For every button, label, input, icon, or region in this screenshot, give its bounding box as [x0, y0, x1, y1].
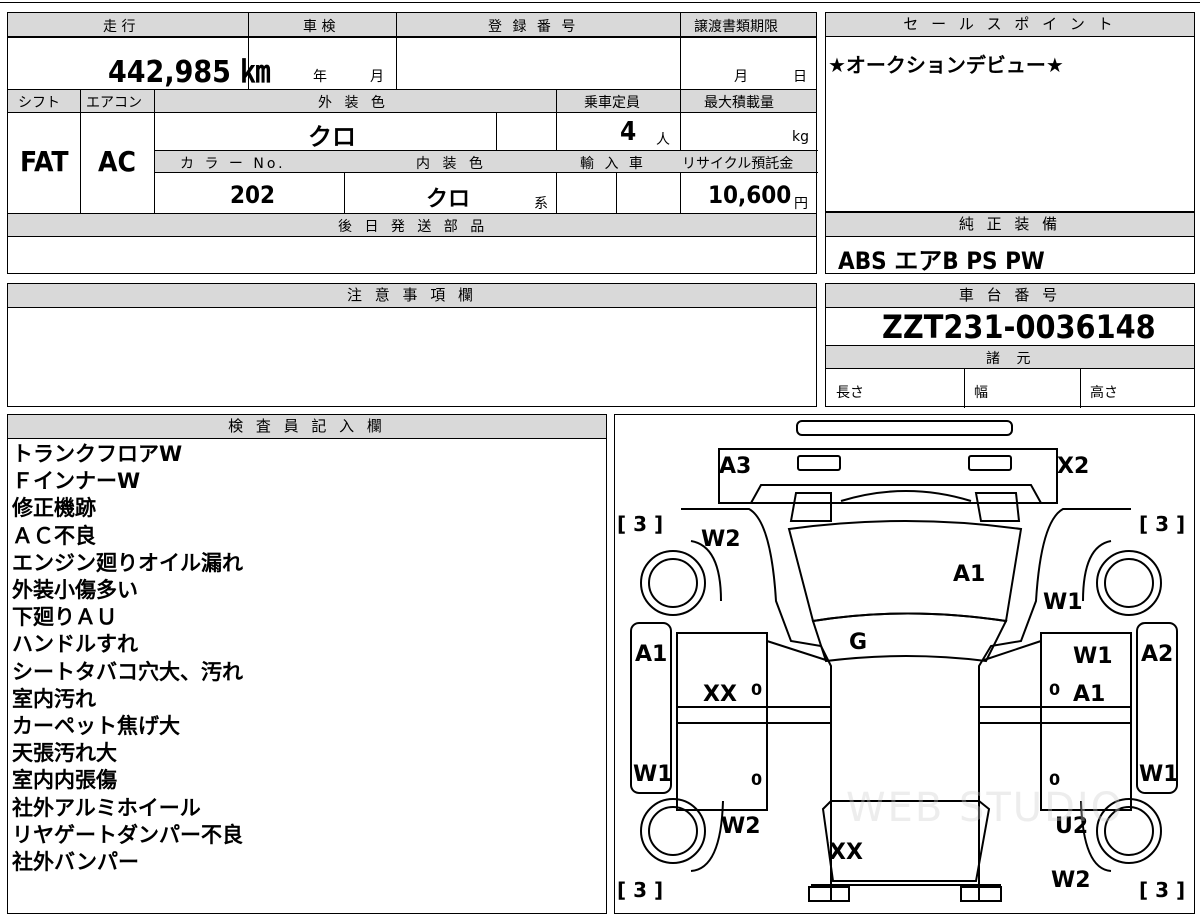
inspector-line: 修正機跡 — [12, 496, 96, 521]
inspector-line: 社外アルミホイール — [12, 795, 201, 820]
mark-w1-right: W1 — [1139, 762, 1179, 787]
inspector-line: リヤゲートダンパー不良 — [12, 822, 243, 847]
notes-box: 注 意 事 項 欄 — [7, 283, 817, 407]
mileage-value: 442,985 ㎞ — [108, 55, 271, 90]
chassis-header: 車 台 番 号 — [826, 284, 1194, 308]
maxload-label: 最大積載量 — [704, 95, 774, 111]
import-label: 輸 入 車 — [580, 156, 646, 172]
sales-point-header: セ ー ル ス ポ イ ン ト — [826, 13, 1194, 37]
zero-left-upper: 0 — [751, 680, 762, 699]
mark-a1-trunk: A1 — [953, 562, 985, 587]
vehicle-info-table: 走 行 車 検 登 録 番 号 譲渡書類期限 442,985 ㎞ 年 月 月 日… — [7, 12, 818, 274]
inspector-line: 室内汚れ — [12, 686, 96, 711]
shift-value: FAT — [20, 145, 69, 178]
exterior-label: 外 装 色 — [318, 95, 389, 111]
interior-label: 内 装 色 — [416, 156, 487, 172]
capacity-label: 乗車定員 — [584, 95, 640, 111]
later-parts-label: 後 日 発 送 部 品 — [338, 219, 489, 235]
transfer-month: 月 — [734, 69, 748, 85]
inspector-line: ハンドルすれ — [12, 632, 138, 657]
mark-w2-rear-left: W2 — [701, 527, 741, 552]
inspector-line: 下廻りＡＵ — [12, 605, 117, 630]
mark-a1-left: A1 — [635, 642, 667, 667]
color-no-label: カ ラ ー No. — [180, 156, 286, 172]
equipment-box: 純 正 装 備 ABS エアB PS PW — [825, 212, 1195, 275]
tire-rear-left: [ 3 ] — [617, 512, 663, 536]
inspector-line: ＡＣ不良 — [12, 523, 96, 548]
mark-w2-front-left: W2 — [721, 814, 761, 839]
aircon-label: エアコン — [86, 95, 142, 111]
mark-xx-left: XX — [703, 682, 737, 707]
inspector-line: 社外バンパー — [12, 850, 140, 875]
mark-g-glass: G — [849, 630, 867, 655]
inspector-line: トランクフロアW — [12, 442, 183, 466]
sales-point-text: ★オークションデビュー★ — [828, 53, 1064, 77]
mark-w1-rear-right: W1 — [1043, 590, 1083, 615]
chassis-number: ZZT231-0036148 — [882, 308, 1156, 346]
mark-xx-front: XX — [829, 840, 863, 865]
mileage-label: 走 行 — [103, 19, 136, 35]
zero-right-upper: 0 — [1049, 680, 1060, 699]
interior-suffix: 系 — [534, 196, 548, 212]
registration-label: 登 録 番 号 — [488, 19, 579, 35]
inspector-line: 室内内張傷 — [12, 768, 117, 793]
recycle-label: リサイクル預託金 — [682, 156, 794, 172]
chassis-box: 車 台 番 号 ZZT231-0036148 諸 元 長さ 幅 高さ — [825, 283, 1195, 408]
inspector-line: ＦインナーW — [12, 469, 141, 494]
mark-a3: A3 — [719, 454, 751, 479]
inspection-month: 月 — [370, 69, 384, 85]
inspector-line: 外装小傷多い — [12, 578, 138, 603]
transfer-label: 譲渡書類期限 — [694, 19, 778, 35]
color-no-value: 202 — [230, 181, 276, 209]
spec-length: 長さ — [836, 385, 864, 401]
interior-value: クロ — [426, 187, 471, 212]
inspection-label: 車 検 — [303, 19, 336, 35]
exterior-value: クロ — [308, 123, 356, 151]
mark-a1-right: A1 — [1073, 682, 1105, 707]
capacity-unit: 人 — [656, 132, 670, 148]
tire-front-left: [ 3 ] — [617, 878, 663, 902]
watermark: WEB STUDIO — [846, 785, 1124, 831]
shift-label: シフト — [18, 95, 60, 111]
equipment-header: 純 正 装 備 — [826, 213, 1194, 237]
mark-w1-right-door: W1 — [1073, 644, 1113, 669]
mark-x2: X2 — [1057, 454, 1089, 479]
inspector-line: カーペット焦げ大 — [12, 714, 180, 739]
recycle-unit: 円 — [794, 196, 808, 212]
zero-left-lower: 0 — [751, 770, 762, 789]
aircon-value: AC — [98, 145, 136, 178]
spec-width: 幅 — [974, 385, 988, 401]
spec-label: 諸 元 — [986, 351, 1037, 367]
capacity-value: 4 — [620, 117, 637, 147]
car-diagram-box: A3 X2 W2 A1 W1 G A1 W1 A2 XX A1 W1 W1 W2… — [614, 414, 1195, 914]
inspector-header: 検 査 員 記 入 欄 — [8, 415, 606, 439]
mark-a2-right: A2 — [1141, 642, 1173, 667]
recycle-value: 10,600 — [708, 181, 792, 209]
inspector-line: シートタバコ穴大、汚れ — [12, 659, 243, 684]
inspector-line: エンジン廻りオイル漏れ — [12, 550, 243, 575]
car-diagram: A3 X2 W2 A1 W1 G A1 W1 A2 XX A1 W1 W1 W2… — [617, 420, 1185, 902]
inspection-year: 年 — [313, 69, 327, 85]
inspector-line: 天張汚れ大 — [12, 741, 117, 766]
equipment-text: ABS エアB PS PW — [838, 247, 1045, 275]
sales-point-box: セ ー ル ス ポ イ ン ト ★オークションデビュー★ — [825, 12, 1195, 212]
maxload-unit: kg — [792, 129, 809, 145]
mark-w2-front-right: W2 — [1051, 868, 1091, 893]
notes-header: 注 意 事 項 欄 — [8, 284, 816, 308]
spec-height: 高さ — [1090, 385, 1118, 401]
transfer-day: 日 — [793, 69, 807, 85]
tire-front-right: [ 3 ] — [1139, 878, 1185, 902]
inspector-lines: トランクフロアW ＦインナーW 修正機跡 ＡＣ不良 エンジン廻りオイル漏れ 外装小傷多い下… — [12, 441, 243, 876]
top-strip — [0, 2, 1200, 3]
inspector-box: 検 査 員 記 入 欄 トランクフロアW ＦインナーW 修正機跡 ＡＣ不良 エンジン廻り… — [7, 414, 607, 914]
tire-rear-right: [ 3 ] — [1139, 512, 1185, 536]
mark-w1-left: W1 — [633, 762, 673, 787]
